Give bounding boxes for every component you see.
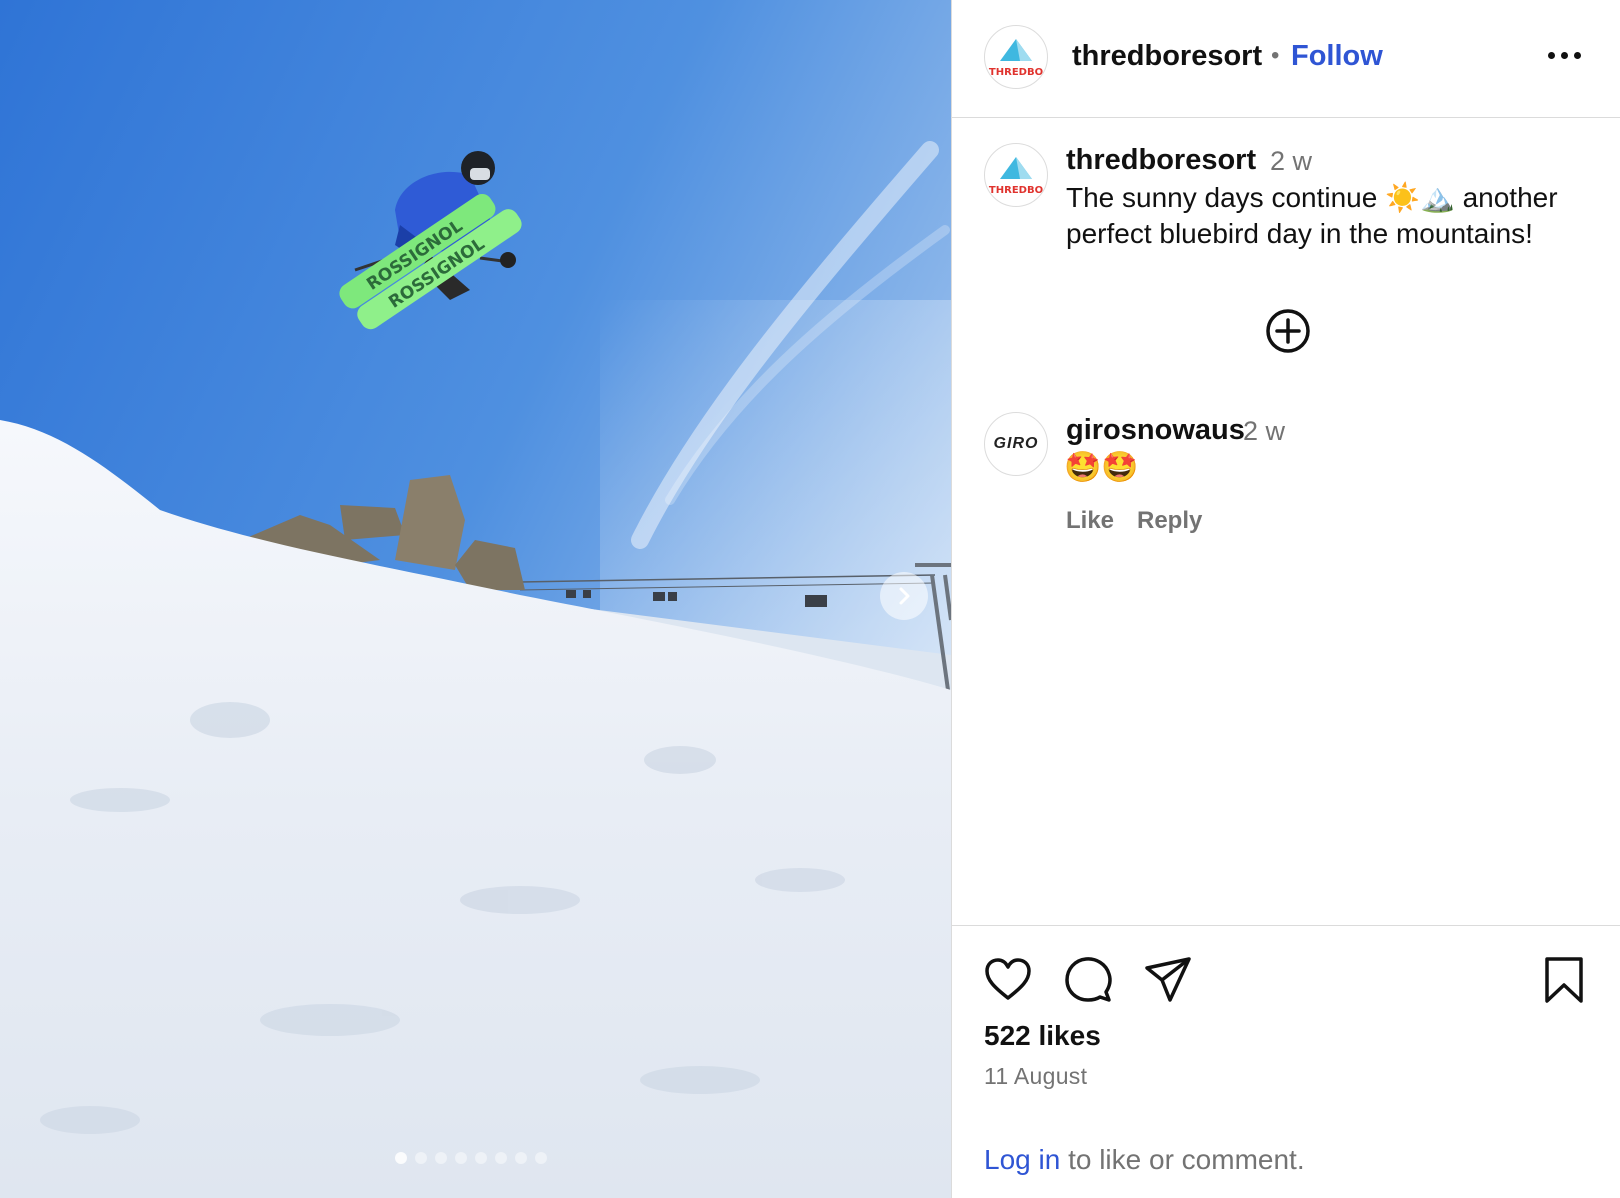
heart-icon[interactable]: [982, 954, 1034, 1006]
caption-timestamp[interactable]: 2 w: [1270, 146, 1312, 177]
share-icon[interactable]: [1142, 954, 1194, 1006]
login-suffix: to like or comment.: [1060, 1144, 1305, 1175]
carousel-dot: [475, 1152, 487, 1164]
post-author-username[interactable]: thredboresort: [1072, 40, 1262, 73]
post-actions: 522 likes 11 August Log in to like or co…: [952, 925, 1620, 1198]
more-dot-icon: [1548, 52, 1555, 59]
carousel-dot: [495, 1152, 507, 1164]
comment-username[interactable]: girosnowaus: [1066, 414, 1245, 447]
more-dot-icon: [1574, 52, 1581, 59]
carousel-dot: [455, 1152, 467, 1164]
svg-text:THREDBO: THREDBO: [989, 67, 1043, 78]
svg-text:THREDBO: THREDBO: [989, 185, 1043, 196]
comment-avatar[interactable]: GIRO: [984, 412, 1048, 476]
carousel-dot: [535, 1152, 547, 1164]
bookmark-icon[interactable]: [1538, 954, 1590, 1006]
login-prompt: Log in to like or comment.: [984, 1144, 1305, 1176]
post-header: THREDBO thredboresort • Follow: [952, 0, 1620, 118]
ski-jump-photo: ROSSIGNOL ROSSIGNOL: [0, 0, 951, 1198]
next-slide-button[interactable]: [880, 572, 928, 620]
comment-timestamp[interactable]: 2 w: [1243, 416, 1285, 447]
post-media[interactable]: ROSSIGNOL ROSSIGNOL: [0, 0, 951, 1198]
login-link[interactable]: Log in: [984, 1144, 1060, 1175]
comment-reply-button[interactable]: Reply: [1137, 507, 1202, 535]
comment-icon[interactable]: [1062, 954, 1114, 1006]
thredbo-logo-icon: THREDBO: [989, 39, 1043, 78]
caption-avatar[interactable]: THREDBO: [984, 143, 1048, 207]
carousel-dot: [515, 1152, 527, 1164]
carousel-dot: [395, 1152, 407, 1164]
post-panel: THREDBO thredboresort • Follow THREDBO t…: [951, 0, 1620, 1198]
carousel-indicator: [395, 1152, 547, 1164]
thredbo-avatar[interactable]: THREDBO: [984, 25, 1048, 89]
more-dot-icon: [1561, 52, 1568, 59]
header-separator: •: [1271, 42, 1280, 69]
caption-text: The sunny days continue ☀️🏔️ another per…: [1066, 182, 1558, 249]
likes-count[interactable]: 522 likes: [984, 1020, 1101, 1052]
follow-button[interactable]: Follow: [1291, 40, 1383, 73]
post-date[interactable]: 11 August: [984, 1063, 1087, 1090]
carousel-dot: [415, 1152, 427, 1164]
comment-like-button[interactable]: Like: [1066, 507, 1114, 535]
more-options-button[interactable]: [1544, 48, 1585, 63]
comment-text: 🤩🤩: [1064, 451, 1139, 484]
chevron-right-icon: [899, 587, 910, 605]
caption-username[interactable]: thredboresort: [1066, 144, 1256, 177]
giro-logo: GIRO: [993, 435, 1039, 452]
thredbo-logo-icon: THREDBO: [989, 157, 1043, 196]
load-more-comments-button[interactable]: [1264, 307, 1312, 355]
carousel-dot: [435, 1152, 447, 1164]
